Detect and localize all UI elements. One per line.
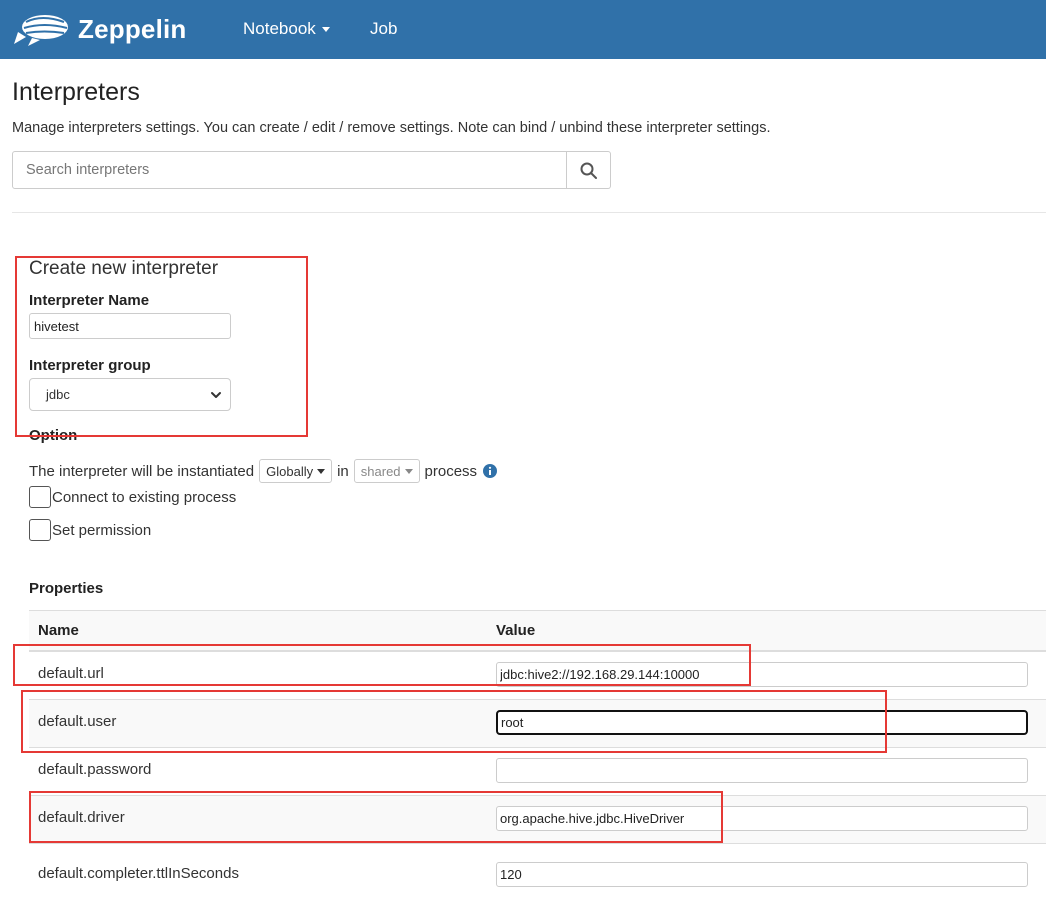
- search-group: [12, 151, 611, 189]
- property-name: default.driver: [38, 809, 125, 826]
- table-row: default.driver: [29, 796, 1046, 844]
- mode-dropdown[interactable]: shared: [353, 459, 420, 483]
- zeppelin-logo-icon: [14, 15, 68, 46]
- page-description: Manage interpreters settings. You can cr…: [12, 120, 771, 136]
- set-permission-row[interactable]: Set permission: [29, 519, 151, 541]
- caret-down-icon: [317, 468, 326, 474]
- property-value-input[interactable]: [496, 758, 1028, 783]
- search-button[interactable]: [567, 151, 611, 189]
- property-name: default.user: [38, 713, 117, 730]
- connect-existing-row[interactable]: Connect to existing process: [29, 486, 236, 508]
- scope-value: Globally: [266, 463, 314, 479]
- column-name-header: Name: [38, 622, 79, 639]
- table-row: default.password: [29, 748, 1046, 796]
- nav-notebook[interactable]: Notebook: [243, 19, 330, 39]
- interpreter-group-select[interactable]: jdbc: [29, 378, 231, 411]
- interpreter-name-label: Interpreter Name: [29, 292, 150, 309]
- brand-name: Zeppelin: [78, 13, 187, 44]
- option-label: Option: [29, 427, 78, 444]
- option-line: The interpreter will be instantiated Glo…: [29, 459, 498, 483]
- property-value-input[interactable]: [496, 710, 1028, 735]
- chevron-down-icon: [211, 392, 221, 398]
- search-input[interactable]: [12, 151, 567, 189]
- page-title: Interpreters: [12, 78, 140, 106]
- search-icon: [580, 162, 597, 179]
- mode-value: shared: [360, 463, 401, 479]
- set-permission-checkbox[interactable]: [29, 519, 51, 541]
- header-divider: [12, 212, 1046, 213]
- set-permission-label: Set permission: [52, 521, 152, 539]
- option-prefix: The interpreter will be instantiated: [29, 462, 255, 480]
- property-value-input[interactable]: [496, 662, 1028, 687]
- properties-table-header: Name Value: [29, 610, 1046, 652]
- scope-dropdown[interactable]: Globally: [259, 459, 333, 483]
- table-row: default.user: [29, 700, 1046, 748]
- property-value-input[interactable]: [496, 862, 1028, 887]
- column-value-header: Value: [496, 622, 536, 639]
- interpreter-group-value: jdbc: [46, 387, 70, 402]
- property-value-input[interactable]: [496, 806, 1028, 831]
- create-interpreter-title: Create new interpreter: [29, 258, 219, 279]
- table-row: default.url: [29, 652, 1046, 700]
- properties-title: Properties: [29, 580, 104, 597]
- connect-existing-checkbox[interactable]: [29, 486, 51, 508]
- caret-down-icon: [321, 27, 330, 33]
- table-row: default.completer.ttlInSeconds: [29, 844, 1046, 901]
- property-name: default.url: [38, 665, 104, 682]
- connect-existing-label: Connect to existing process: [52, 488, 237, 506]
- info-icon[interactable]: [483, 464, 498, 478]
- navbar: Zeppelin Notebook Job: [0, 0, 1046, 59]
- option-in: in: [337, 462, 349, 480]
- interpreter-name-input[interactable]: [29, 313, 231, 339]
- property-name: default.password: [38, 761, 152, 778]
- property-name: default.completer.ttlInSeconds: [38, 865, 239, 882]
- nav-job[interactable]: Job: [370, 19, 397, 39]
- interpreter-group-label: Interpreter group: [29, 357, 151, 374]
- caret-down-icon: [404, 468, 413, 474]
- brand[interactable]: Zeppelin: [12, 10, 187, 48]
- option-suffix: process: [424, 462, 478, 480]
- nav-notebook-label: Notebook: [243, 19, 316, 38]
